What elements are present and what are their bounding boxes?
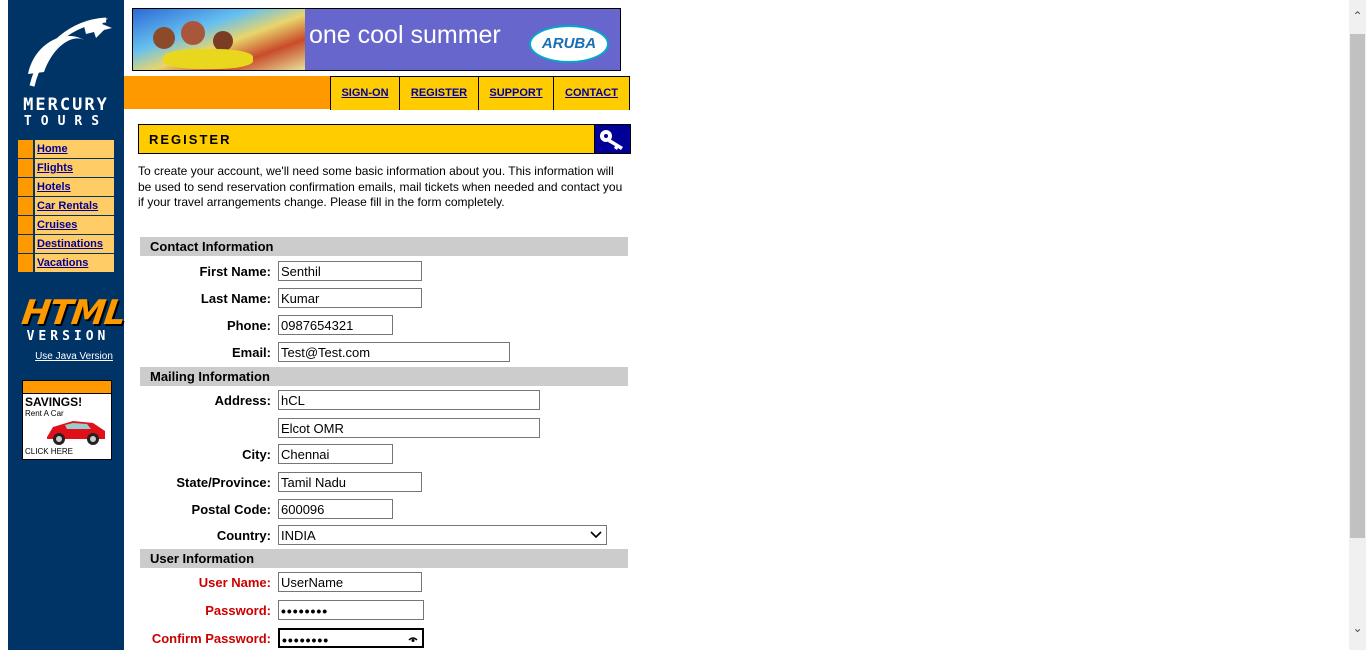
section-title: Mailing Information [150, 369, 270, 384]
section-title: User Information [150, 551, 255, 566]
city-label: City: [242, 447, 271, 462]
nav-bullet [18, 254, 33, 272]
sidebar-item-label[interactable]: Hotels [35, 178, 114, 196]
nav-bullet [18, 140, 33, 158]
state-input[interactable]: Tamil Nadu [278, 472, 422, 492]
html-version-badge: HTML VERSION [19, 293, 128, 344]
section-mailing-information: Mailing Information [140, 367, 628, 386]
sidebar-item-vacations[interactable]: Vacations [18, 254, 114, 272]
confirm-password-label: Confirm Password: [151, 631, 271, 646]
page-title: REGISTER [149, 132, 232, 147]
sidebar-item-label[interactable]: Flights [35, 159, 114, 177]
aruba-logo: ARUBA [529, 25, 609, 63]
top-nav-label[interactable]: SUPPORT [479, 77, 553, 110]
country-selected-value: INDIA [281, 528, 316, 543]
phone-input[interactable]: 0987654321 [278, 315, 393, 335]
scroll-down-icon[interactable]: ⌄ [1349, 620, 1366, 637]
top-nav-label[interactable]: CONTACT [554, 77, 629, 110]
nav-bullet [18, 159, 33, 177]
sidebar-item-label[interactable]: Destinations [35, 235, 114, 253]
ad-cta: CLICK HERE [25, 447, 74, 456]
country-select[interactable]: INDIA [278, 525, 607, 545]
scrollbar-thumb[interactable] [1350, 34, 1365, 538]
address-label: Address: [214, 393, 271, 408]
confirm-password-value: •••••••• [282, 632, 330, 648]
phone-label: Phone: [226, 318, 271, 333]
last-name-input[interactable]: Kumar [278, 288, 422, 308]
first-name-input[interactable]: Senthil [278, 261, 422, 281]
password-label: Password: [205, 603, 271, 618]
postal-code-label: Postal Code: [191, 502, 271, 517]
key-icon [600, 130, 623, 150]
use-java-version-link[interactable]: Use Java Version [8, 351, 140, 362]
intro-text: To create your account, we'll need some … [138, 164, 623, 209]
top-nav-register[interactable]: REGISTER [399, 76, 479, 110]
savings-ad-banner[interactable]: SAVINGS! Rent A Car CLICK HERE [22, 380, 112, 460]
key-icon-box [594, 124, 631, 154]
sidebar-item-destinations[interactable]: Destinations [18, 235, 114, 253]
top-nav-label[interactable]: REGISTER [400, 77, 478, 110]
top-nav-support[interactable]: SUPPORT [478, 76, 554, 110]
sidebar-item-cruises[interactable]: Cruises [18, 216, 114, 234]
brand-line2: TOURS [23, 114, 109, 129]
section-contact-information: Contact Information [140, 237, 628, 256]
banner-text: one cool summer [309, 21, 501, 49]
top-nav-label[interactable]: SIGN-ON [331, 77, 399, 110]
banner-photo [133, 9, 305, 70]
postal-code-input[interactable]: 600096 [278, 499, 393, 519]
sidebar-item-label[interactable]: Vacations [35, 254, 114, 272]
first-name-label: First Name: [199, 264, 271, 279]
password-input[interactable]: •••••••• [278, 600, 424, 620]
page-title-bar: REGISTER [138, 124, 595, 154]
html-version-word: HTML [19, 293, 128, 333]
nav-bullet [18, 216, 33, 234]
section-title: Contact Information [150, 239, 274, 254]
state-label: State/Province: [176, 475, 271, 490]
address-line2-input[interactable]: Elcot OMR [278, 418, 540, 438]
sidebar-item-car-rentals[interactable]: Car Rentals [18, 197, 114, 215]
red-car-icon [47, 421, 105, 445]
sidebar-item-label[interactable]: Home [35, 140, 114, 158]
sidebar-item-home[interactable]: Home [18, 140, 114, 158]
brand-line1: MERCURY [23, 95, 109, 115]
top-nav-contact[interactable]: CONTACT [553, 76, 630, 110]
sidebar-item-label[interactable]: Car Rentals [35, 197, 114, 215]
country-label: Country: [216, 528, 271, 543]
user-name-input[interactable]: UserName [278, 572, 422, 592]
confirm-password-input[interactable]: •••••••• [278, 628, 424, 648]
email-input[interactable]: Test@Test.com [278, 342, 510, 362]
section-user-information: User Information [140, 549, 628, 568]
last-name-label: Last Name: [200, 291, 271, 306]
sidebar-item-hotels[interactable]: Hotels [18, 178, 114, 196]
nav-bullet [18, 178, 33, 196]
nav-bullet [18, 197, 33, 215]
city-input[interactable]: Chennai [278, 444, 393, 464]
sidebar-item-label[interactable]: Cruises [35, 216, 114, 234]
address-line1-input[interactable]: hCL [278, 390, 540, 410]
chevron-down-icon [590, 531, 602, 539]
user-name-label: User Name: [198, 575, 271, 590]
reveal-password-icon[interactable] [408, 635, 418, 643]
top-nav-sign-on[interactable]: SIGN-ON [330, 76, 400, 110]
promo-banner[interactable]: one cool summer ARUBA [132, 8, 621, 71]
scroll-up-icon[interactable]: ⌃ [1349, 8, 1366, 25]
nav-bullet [18, 235, 33, 253]
airplane-icon [28, 17, 112, 87]
ad-top-bar [23, 381, 111, 394]
mercury-tours-logo[interactable]: MERCURY TOURS [8, 10, 124, 129]
sidebar: MERCURY TOURS Home Flights Hotels Car Re… [8, 0, 128, 650]
email-label: Email: [231, 345, 271, 360]
sidebar-item-flights[interactable]: Flights [18, 159, 114, 177]
ad-headline: SAVINGS! [25, 395, 83, 409]
sidebar-nav: Home Flights Hotels Car Rentals Cruises … [18, 140, 114, 273]
